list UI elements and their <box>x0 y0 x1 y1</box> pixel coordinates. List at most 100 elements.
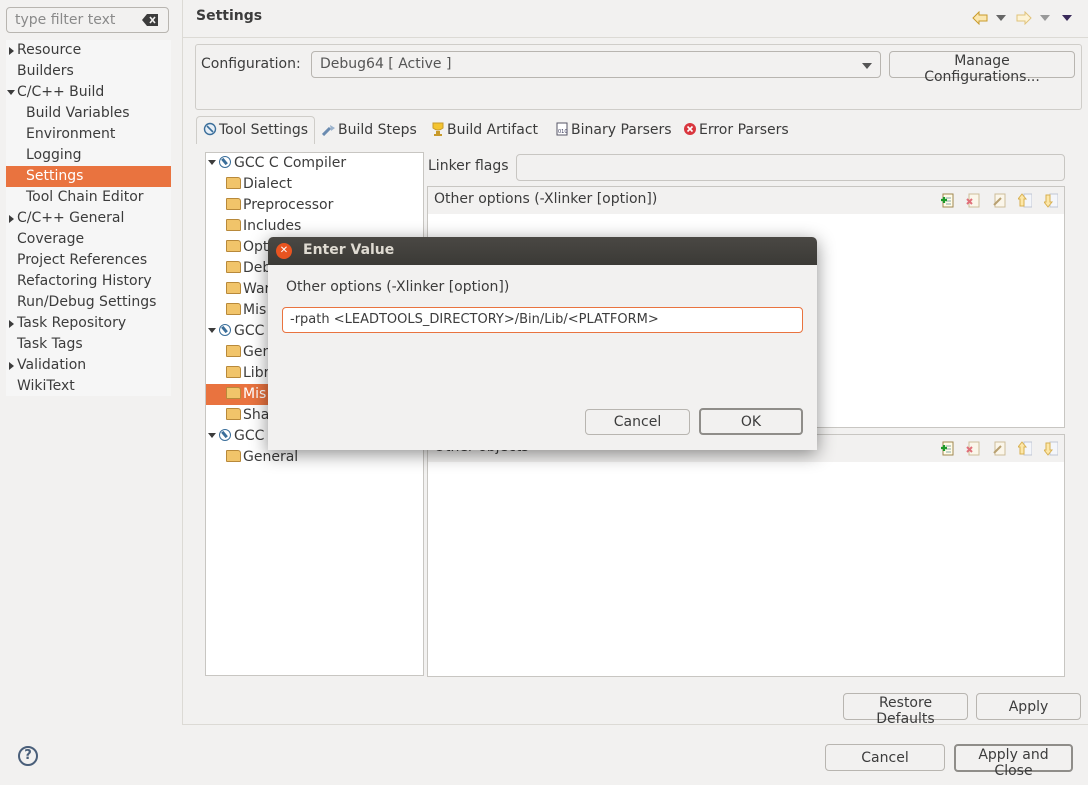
build-artifact-icon <box>432 122 444 136</box>
option-category-icon <box>226 282 241 294</box>
nav-item-run-debug-settings[interactable]: Run/Debug Settings <box>6 292 171 313</box>
nav-item-project-references[interactable]: Project References <box>6 250 171 271</box>
tab-error-parsers[interactable]: Error Parsers <box>683 116 789 144</box>
back-menu-icon[interactable] <box>996 15 1006 21</box>
tab-build-steps[interactable]: Build Steps <box>322 116 417 144</box>
tree-item-label: Mis <box>243 386 267 402</box>
tool-tree-tool[interactable]: GCC C Compiler <box>208 153 423 174</box>
tree-item-label: Libr <box>243 365 270 381</box>
delete-icon[interactable] <box>966 193 980 209</box>
value-field[interactable] <box>282 307 803 333</box>
nav-item-validation[interactable]: Validation <box>6 355 171 376</box>
move-down-icon[interactable] <box>1044 441 1058 457</box>
nav-item-label: Settings <box>26 168 84 184</box>
tree-item-label: Sha <box>243 407 270 423</box>
forward-arrow-icon[interactable] <box>1016 11 1032 25</box>
list-body[interactable] <box>428 462 1064 676</box>
move-up-icon[interactable] <box>1018 193 1032 209</box>
nav-item-task-tags[interactable]: Task Tags <box>6 334 171 355</box>
manage-configurations-button[interactable]: Manage Configurations... <box>889 51 1075 85</box>
nav-item-build-variables[interactable]: Build Variables <box>6 103 171 124</box>
build-steps-icon <box>322 125 335 136</box>
tree-item-label: Opt <box>243 239 269 255</box>
error-parsers-icon <box>684 123 696 135</box>
expand-arrow-down-icon[interactable] <box>7 90 15 95</box>
nav-item-label: Task Tags <box>17 336 83 352</box>
tab-label: Build Artifact <box>447 122 538 138</box>
chevron-down-icon <box>862 63 872 69</box>
tree-item-label: Preprocessor <box>243 197 334 213</box>
nav-item-environment[interactable]: Environment <box>6 124 171 145</box>
restore-defaults-button[interactable]: Restore Defaults <box>843 693 968 727</box>
configuration-combo[interactable]: Debug64 [ Active ] <box>311 51 881 78</box>
linker-flags-label: Linker flags <box>428 158 509 174</box>
edit-icon[interactable] <box>992 441 1006 457</box>
cancel-button[interactable]: Cancel <box>825 744 945 771</box>
move-down-icon[interactable] <box>1044 193 1058 209</box>
expand-arrow-right-icon[interactable] <box>9 47 14 55</box>
tool-settings-icon <box>203 122 217 136</box>
tool-tree-category[interactable]: Dialect <box>206 174 423 195</box>
list-title: Other options (-Xlinker [option]) <box>434 191 658 207</box>
filter-input[interactable] <box>13 11 137 29</box>
dialog-ok-button[interactable]: OK <box>699 408 803 435</box>
clear-filter-icon[interactable] <box>142 14 158 26</box>
expand-arrow-right-icon[interactable] <box>9 362 14 370</box>
nav-item-label: Logging <box>26 147 82 163</box>
nav-item-label: Coverage <box>17 231 85 247</box>
nav-item-settings[interactable]: Settings <box>6 166 171 187</box>
list-header: Other options (-Xlinker [option]) <box>428 187 1064 215</box>
apply-button[interactable]: Apply <box>976 693 1081 720</box>
nav-item-resource[interactable]: Resource <box>6 40 171 61</box>
back-arrow-icon[interactable] <box>972 11 988 25</box>
tab-build-artifact[interactable]: Build Artifact <box>431 116 538 144</box>
nav-item-builders[interactable]: Builders <box>6 61 171 82</box>
nav-item-logging[interactable]: Logging <box>6 145 171 166</box>
value-input[interactable] <box>288 311 797 328</box>
expand-arrow-down-icon[interactable] <box>208 160 216 165</box>
apply-and-close-button[interactable]: Apply and Close <box>954 744 1073 779</box>
help-icon[interactable]: ? <box>18 746 38 766</box>
tab-binary-parsers[interactable]: 010 Binary Parsers <box>555 116 672 144</box>
option-category-icon <box>226 450 241 462</box>
expand-arrow-down-icon[interactable] <box>208 433 216 438</box>
nav-item-tool-chain-editor[interactable]: Tool Chain Editor <box>6 187 171 208</box>
tool-tree-category[interactable]: Preprocessor <box>206 195 423 216</box>
nav-item-label: Task Repository <box>17 315 127 331</box>
expand-arrow-right-icon[interactable] <box>9 215 14 223</box>
tree-item-label: Mis <box>243 302 267 318</box>
expand-arrow-down-icon[interactable] <box>208 328 216 333</box>
forward-menu-icon[interactable] <box>1040 15 1050 21</box>
add-icon[interactable] <box>940 193 954 209</box>
expand-arrow-right-icon[interactable] <box>9 320 14 328</box>
filter-field[interactable] <box>6 7 169 33</box>
enter-value-dialog: ✕ Enter Value Other options (-Xlinker [o… <box>268 237 817 450</box>
linker-flags-input[interactable] <box>516 154 1065 181</box>
edit-icon[interactable] <box>992 193 1006 209</box>
nav-item-label: Run/Debug Settings <box>17 294 157 310</box>
nav-item-label: Tool Chain Editor <box>26 189 144 205</box>
add-icon[interactable] <box>940 441 954 457</box>
tool-tree-category[interactable]: Includes <box>206 216 423 237</box>
move-up-icon[interactable] <box>1018 441 1032 457</box>
option-category-icon <box>226 219 241 231</box>
dialog-cancel-button[interactable]: Cancel <box>585 409 690 435</box>
nav-item-label: Environment <box>26 126 116 142</box>
tool-icon <box>219 156 231 168</box>
nav-item-task-repository[interactable]: Task Repository <box>6 313 171 334</box>
nav-item-coverage[interactable]: Coverage <box>6 229 171 250</box>
nav-item-c-c-build[interactable]: C/C++ Build <box>6 82 171 103</box>
page-title: Settings <box>196 8 263 24</box>
delete-icon[interactable] <box>966 441 980 457</box>
tool-tree-category[interactable]: General <box>206 447 423 468</box>
tab-tool-settings[interactable]: Tool Settings <box>196 116 315 144</box>
nav-item-c-c-general[interactable]: C/C++ General <box>6 208 171 229</box>
close-icon[interactable]: ✕ <box>276 243 292 259</box>
nav-item-refactoring-history[interactable]: Refactoring History <box>6 271 171 292</box>
history-nav <box>972 11 1082 27</box>
option-category-icon <box>226 408 241 420</box>
dialog-title: Enter Value <box>303 242 395 258</box>
view-menu-icon[interactable] <box>1062 15 1072 21</box>
dialog-titlebar[interactable]: ✕ Enter Value <box>268 237 817 265</box>
nav-item-wikitext[interactable]: WikiText <box>6 376 171 397</box>
